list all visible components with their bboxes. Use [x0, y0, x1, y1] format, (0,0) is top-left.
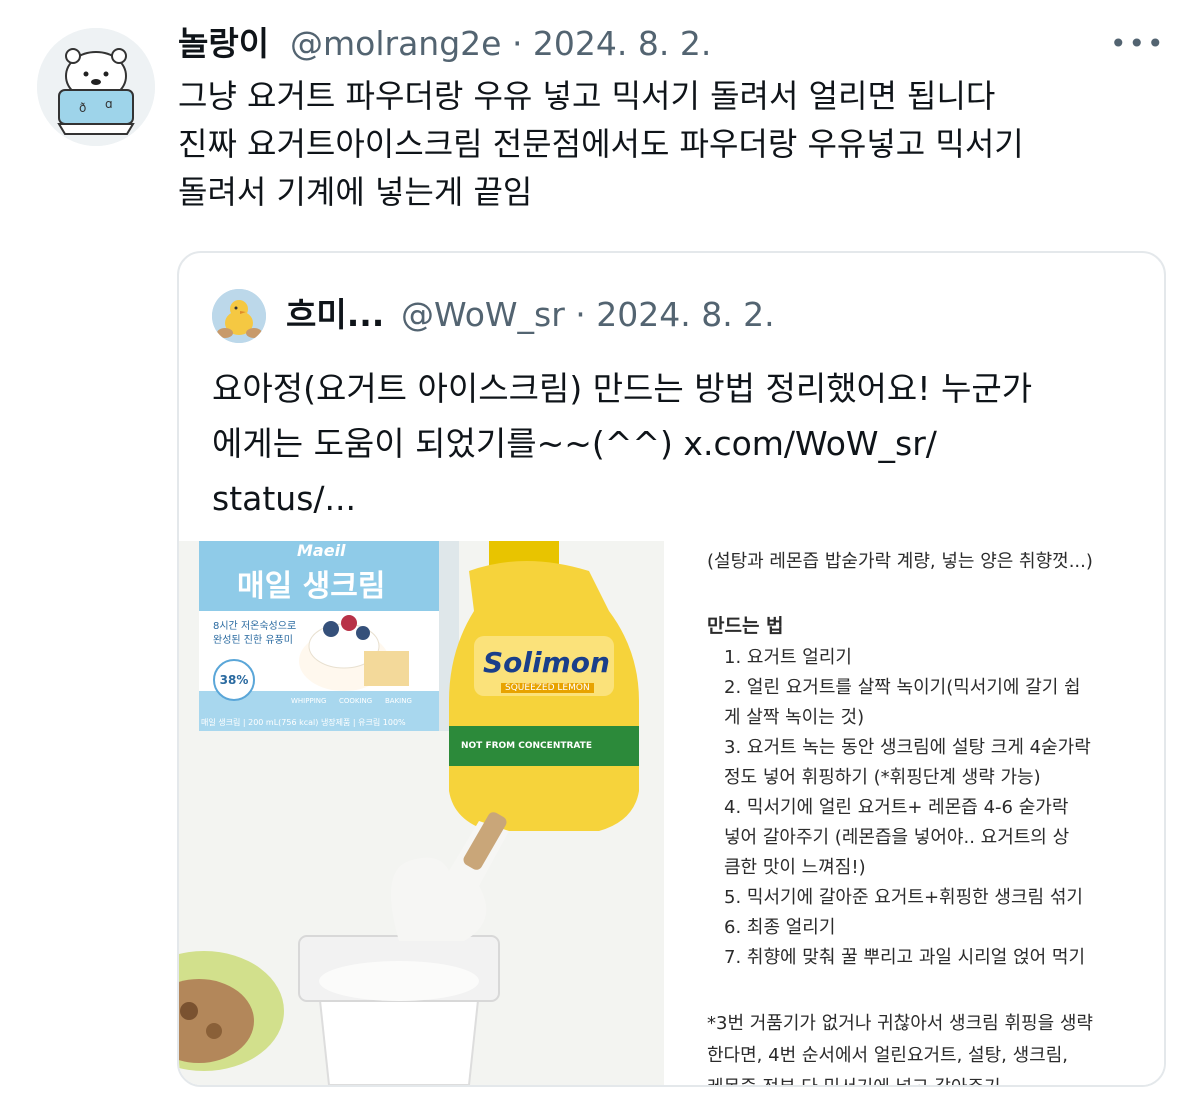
bear-avatar-icon: ð ɑ	[37, 28, 155, 146]
recipe-step: 넣어 갈아주기 (레몬즙을 넣어야.. 요거트의 상	[724, 827, 1070, 848]
svg-text:ð: ð	[79, 101, 86, 115]
recipe-step: 2. 얼린 요거트를 살짝 녹이기(믹서기에 갈기 쉽	[724, 677, 1081, 698]
recipe-step: 6. 최종 얼리기	[724, 917, 836, 938]
tweet-text-line: 돌려서 기계에 넣는게 끝임	[178, 173, 533, 211]
recipe-footnote: *3번 거품기가 없거나 귀찮아서 생크림 휘핑을 생략	[707, 1013, 1093, 1034]
quoted-display-name[interactable]: 흐미...	[286, 295, 384, 335]
cream-sub-2: 완성된 진한 유풍미	[213, 635, 293, 646]
lemon-sub: SQUEEZED LEMON	[501, 683, 594, 693]
recipe-step: 4. 믹서기에 얼린 요거트+ 레몬즙 4-6 숟가락	[724, 797, 1069, 818]
cream-footer: 매일 생크림 | 200 mL(756 kcal) 냉장제품 | 유크림 100…	[201, 718, 406, 727]
recipe-step: 3. 요거트 녹는 동안 생크림에 설탕 크게 4숟가락	[724, 737, 1091, 758]
lemon-band: NOT FROM CONCENTRATE	[461, 741, 592, 751]
handle-and-date[interactable]: @molrang2e · 2024. 8. 2.	[290, 24, 711, 64]
quoted-media[interactable]: Maeil 매일 생크림 8시간 저온숙성으로 완성된 진한 유풍미 38% W…	[179, 541, 1164, 1085]
cream-tag: COOKING	[339, 697, 373, 705]
quoted-text-line[interactable]: status/...	[212, 471, 1142, 526]
quoted-handle-and-date[interactable]: @WoW_sr · 2024. 8. 2.	[401, 295, 775, 335]
recipe-footnote: 한다면, 4번 순서에서 얼린요거트, 설탕, 생크림,	[707, 1045, 1069, 1066]
duck-avatar-icon	[212, 289, 266, 343]
quoted-user-avatar[interactable]	[212, 289, 266, 343]
recipe-heading: 만드는 법	[707, 615, 784, 637]
cream-sub-1: 8시간 저온숙성으로	[213, 621, 297, 632]
recipe-step: 1. 요거트 얼리기	[724, 647, 852, 668]
recipe-step: 게 살짝 녹이는 것)	[724, 707, 865, 728]
recipe-step: 5. 믹서기에 갈아준 요거트+휘핑한 생크림 섞기	[724, 887, 1083, 908]
recipe-document: (설탕과 레몬즙 밥숟가락 계량, 넣는 양은 취향껏...) 만드는 법 1.…	[664, 541, 1164, 1085]
recipe-footnote: 레몬즙 전부 다 믹서기에 넣고 갈아주기	[707, 1075, 1001, 1085]
quoted-tweet-card[interactable]: 흐미... @WoW_sr · 2024. 8. 2. 요아정(요거트 아이스크…	[177, 251, 1166, 1087]
quoted-text-line[interactable]: 에게는 도움이 되었기를~~(^^) x.com/WoW_sr/	[212, 416, 1142, 471]
more-horizontal-icon[interactable]: •••	[1110, 30, 1166, 58]
cream-badge: 38%	[213, 659, 255, 701]
lemon-brand: Solimon	[483, 646, 610, 679]
recipe-step: 7. 취향에 맞춰 꿀 뿌리고 과일 시리얼 얹어 먹기	[724, 947, 1086, 968]
quoted-text-line: 요아정(요거트 아이스크림) 만드는 방법 정리했어요! 누군가	[212, 369, 1033, 408]
svg-text:ɑ: ɑ	[105, 97, 113, 111]
ingredients-photo: Maeil 매일 생크림 8시간 저온숙성으로 완성된 진한 유풍미 38% W…	[179, 541, 664, 1085]
display-name[interactable]: 놀랑이	[178, 24, 269, 64]
tweet-text-line: 그냥 요거트 파우더랑 우유 넣고 믹서기 돌려서 얼리면 됩니다	[178, 77, 996, 115]
recipe-step: 큼한 맛이 느껴짐!)	[724, 857, 866, 878]
user-avatar[interactable]: ð ɑ	[37, 28, 155, 146]
cream-tag: WHIPPING	[291, 697, 327, 705]
tweet-text-line: 진짜 요거트아이스크림 전문점에서도 파우더랑 우유넣고 믹서기	[178, 125, 1024, 163]
cream-name: 매일 생크림	[237, 569, 386, 604]
recipe-step: 정도 넣어 휘핑하기 (*휘핑단계 생략 가능)	[724, 767, 1041, 788]
recipe-note: (설탕과 레몬즙 밥숟가락 계량, 넣는 양은 취향껏...)	[707, 551, 1093, 572]
cream-brand: Maeil	[297, 541, 346, 560]
cream-tag: BAKING	[385, 697, 412, 705]
quoted-tweet-text: 요아정(요거트 아이스크림) 만드는 방법 정리했어요! 누군가 에게는 도움이…	[212, 361, 1142, 526]
tweet-text: 그냥 요거트 파우더랑 우유 넣고 믹서기 돌려서 얼리면 됩니다 진짜 요거트…	[178, 72, 1178, 216]
